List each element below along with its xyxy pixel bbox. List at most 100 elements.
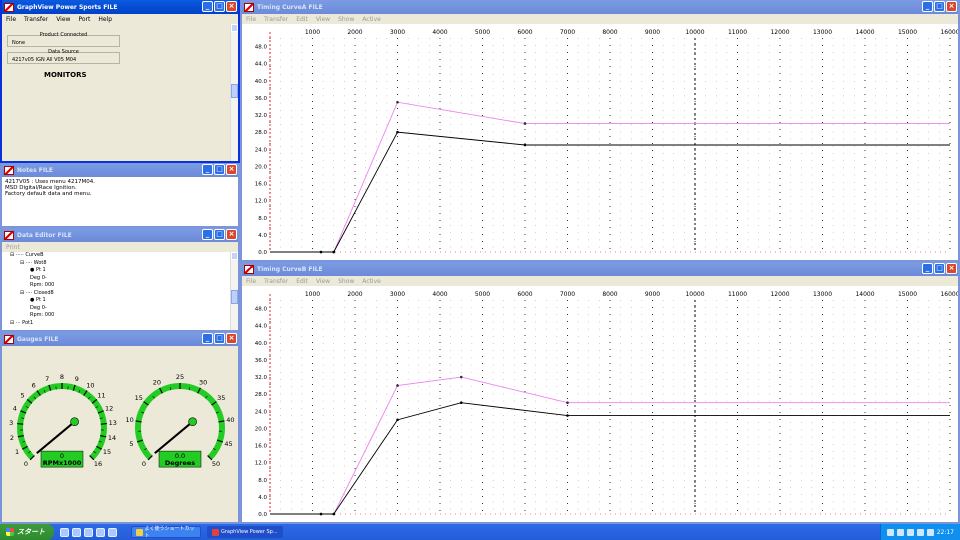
clock: 22:17 (936, 528, 954, 536)
close-icon[interactable]: × (226, 1, 237, 12)
tree-node[interactable]: Deg 0- (10, 305, 238, 313)
gauges-canvas: 01234567 8 9101112131415160RPMx1000 0510152… (9, 373, 234, 468)
curve-b-title: Timing CurveB FILE (257, 265, 323, 273)
menu-active[interactable]: Active (362, 278, 381, 285)
rpm-gauge-tick-label: 16 (94, 460, 102, 468)
tray-icon[interactable] (916, 528, 924, 536)
minimize-icon[interactable]: _ (202, 333, 213, 344)
maximize-icon[interactable]: □ (214, 164, 225, 175)
rpm-gauge-unit: RPMx1000 (43, 459, 82, 467)
scroll-thumb[interactable] (231, 290, 238, 304)
notes-text-area[interactable]: 4217V05 : Uses menu 4217M04. MSD Digital… (2, 177, 238, 226)
y-tick-label: 44.0 (255, 324, 268, 330)
data-point (319, 250, 323, 254)
menu-view[interactable]: View (316, 278, 330, 285)
y-tick-label: 32.0 (255, 113, 268, 119)
tree-node[interactable]: Rpm: 000 (10, 282, 238, 290)
start-button[interactable]: スタート (0, 524, 54, 540)
curve-b-titlebar[interactable]: Timing CurveB FILE _ □ × (242, 262, 958, 276)
tree-node[interactable]: ⊟ ··· Pot1 (10, 320, 238, 328)
data-point (566, 401, 569, 405)
menu-help[interactable]: Help (98, 16, 112, 23)
close-icon[interactable]: × (226, 333, 237, 344)
tree-node[interactable]: ⊟ ····· CurveB (10, 252, 238, 260)
product-connected-label: Product Connected (39, 32, 88, 38)
close-icon[interactable]: × (946, 1, 957, 12)
y-tick-label: 40.0 (255, 341, 268, 347)
menu-transfer[interactable]: Transfer (264, 278, 288, 285)
menu-view[interactable]: View (316, 16, 330, 23)
minimize-icon[interactable]: _ (922, 263, 933, 274)
quick-launch-icon[interactable] (72, 527, 81, 537)
task-graphview[interactable]: GraphView Power Sp... (207, 526, 283, 538)
tray-icon[interactable] (896, 528, 904, 536)
x-tick-label: 9000 (645, 29, 660, 36)
main-titlebar[interactable]: GraphView Power Sports FILE _ □ × (2, 0, 238, 14)
x-tick-label: 7000 (560, 291, 575, 298)
menu-show[interactable]: Show (338, 16, 354, 23)
maximize-icon[interactable]: □ (214, 229, 225, 240)
maximize-icon[interactable]: □ (934, 1, 945, 12)
main-scrollbar[interactable] (230, 24, 238, 161)
y-tick-label: 36.0 (255, 358, 268, 364)
x-tick-label: 1000 (305, 291, 320, 298)
close-icon[interactable]: × (226, 164, 237, 175)
scroll-up-icon[interactable] (231, 24, 238, 32)
data-tree[interactable]: ⊟ ····· CurveB ⊟ ···· Wot8 ● Pt 1 Deg 0- Rpm… (2, 252, 238, 330)
data-editor-titlebar[interactable]: Data Editor FILE _ □ × (2, 228, 238, 242)
curve-b-plot[interactable]: 1000 2000 3000 4000 5000 6000 7000 8000 9000 1000… (242, 286, 958, 522)
menu-edit[interactable]: Edit (296, 278, 308, 285)
tree-node[interactable]: Rpm: 000 (10, 312, 238, 320)
rpm-gauge-tick-label: 11 (97, 392, 105, 400)
curve-b-menubar: File Transfer Edit View Show Active (242, 276, 958, 286)
tray-icon[interactable] (886, 528, 894, 536)
rpm-gauge-tick-label: 8 (60, 373, 64, 381)
tree-node[interactable]: ⊟ ···· Closed8 (10, 290, 238, 298)
minimize-icon[interactable]: _ (202, 229, 213, 240)
tree-node[interactable]: ● Pt 1 (10, 267, 238, 275)
gauges-titlebar[interactable]: Gauges FILE _ □ × (2, 332, 238, 346)
quick-launch-icon[interactable] (96, 527, 105, 537)
tree-node[interactable]: Deg 0- (10, 275, 238, 283)
tree-scrollbar[interactable] (230, 252, 238, 330)
tray-icon[interactable] (926, 528, 934, 536)
close-icon[interactable]: × (946, 263, 957, 274)
tray-icon[interactable] (906, 528, 914, 536)
quick-launch-icon[interactable] (60, 527, 69, 537)
x-tick-label: 12000 (770, 291, 789, 298)
maximize-icon[interactable]: □ (214, 333, 225, 344)
maximize-icon[interactable]: □ (214, 1, 225, 12)
menu-file[interactable]: File (6, 16, 16, 23)
menu-active[interactable]: Active (362, 16, 381, 23)
rpm-gauge-tick (100, 422, 107, 425)
data-point (523, 143, 527, 147)
menu-print[interactable]: Print (6, 244, 20, 251)
quick-launch-icon[interactable] (108, 527, 117, 537)
menu-view[interactable]: View (56, 16, 70, 23)
close-icon[interactable]: × (226, 229, 237, 240)
x-tick-label: 13000 (813, 29, 832, 36)
scroll-up-icon[interactable] (231, 252, 238, 260)
scroll-thumb[interactable] (231, 84, 238, 98)
curve-a-titlebar[interactable]: Timing CurveA FILE _ □ × (242, 0, 958, 14)
menu-edit[interactable]: Edit (296, 16, 308, 23)
menu-file[interactable]: File (246, 16, 256, 23)
rpm-gauge-arc (17, 383, 107, 460)
minimize-icon[interactable]: _ (922, 1, 933, 12)
menu-transfer[interactable]: Transfer (24, 16, 48, 23)
task-shortcuts[interactable]: よく使うショートカット (131, 526, 201, 539)
menu-show[interactable]: Show (338, 278, 354, 285)
curve-a-plot[interactable]: 1000 2000 3000 4000 5000 6000 7000 8000 9000 1000… (242, 24, 958, 260)
menu-file[interactable]: File (246, 278, 256, 285)
menu-port[interactable]: Port (78, 16, 90, 23)
notes-titlebar[interactable]: Notes FILE _ □ × (2, 163, 238, 177)
maximize-icon[interactable]: □ (934, 263, 945, 274)
tree-node[interactable]: ⊟ ···· Wot8 (10, 260, 238, 268)
rpm-gauge-needle (36, 420, 76, 454)
tree-node[interactable]: ● Pt 1 (10, 297, 238, 305)
minimize-icon[interactable]: _ (202, 164, 213, 175)
minimize-icon[interactable]: _ (202, 1, 213, 12)
y-tick-label: 16.0 (255, 444, 268, 450)
menu-transfer[interactable]: Transfer (264, 16, 288, 23)
quick-launch-icon[interactable] (84, 527, 93, 537)
